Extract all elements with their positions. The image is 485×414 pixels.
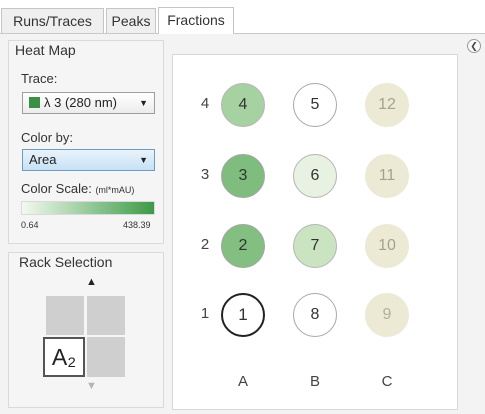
heat-map-title: Heat Map bbox=[15, 42, 76, 58]
row-label: 1 bbox=[200, 305, 210, 322]
color-by-value: Area bbox=[29, 152, 57, 167]
trace-dropdown-value: λ 3 (280 nm) bbox=[44, 95, 117, 110]
fraction-well[interactable]: 6 bbox=[293, 154, 337, 198]
color-scale-unit: (ml*mAU) bbox=[95, 185, 135, 195]
heat-map-group: Heat Map Trace: λ 3 (280 nm) ▼ Color by:… bbox=[8, 40, 164, 244]
rack-cell-top-right[interactable] bbox=[87, 296, 125, 335]
tab-runs-traces[interactable]: Runs/Traces bbox=[1, 8, 104, 33]
chevron-down-icon: ▼ bbox=[139, 98, 148, 108]
tab-bar: Runs/Traces Peaks Fractions bbox=[0, 0, 485, 34]
chevron-down-icon: ▼ bbox=[139, 155, 148, 165]
rack-selection-group: Rack Selection ▲ A₂ ▼ bbox=[8, 252, 164, 408]
tab-peaks[interactable]: Peaks bbox=[106, 8, 156, 33]
rack-cell-top-left[interactable] bbox=[46, 296, 84, 335]
column-label: B bbox=[309, 373, 320, 390]
chevron-left-icon: ❮ bbox=[470, 41, 478, 51]
fraction-well[interactable]: 4 bbox=[221, 83, 265, 127]
trace-label: Trace: bbox=[21, 71, 58, 86]
color-scale-label: Color Scale: (ml*mAU) bbox=[21, 181, 134, 196]
row-label: 3 bbox=[200, 166, 210, 183]
fraction-well[interactable]: 1 bbox=[221, 293, 265, 337]
column-label: A bbox=[237, 373, 248, 390]
arrow-up-icon[interactable]: ▲ bbox=[86, 276, 97, 288]
trace-dropdown[interactable]: λ 3 (280 nm) ▼ bbox=[22, 92, 155, 114]
fraction-well[interactable]: 10 bbox=[365, 224, 409, 268]
row-label: 2 bbox=[200, 236, 210, 253]
color-scale-title: Color Scale: bbox=[21, 181, 92, 196]
color-scale-gradient bbox=[21, 201, 155, 215]
fractions-panel: Heat Map Trace: λ 3 (280 nm) ▼ Color by:… bbox=[0, 34, 485, 414]
arrow-down-icon[interactable]: ▼ bbox=[86, 380, 97, 392]
color-scale-min: 0.64 bbox=[21, 220, 39, 230]
plate-grid: 4 3 2 1 A B C 4 5 12 3 6 11 2 7 10 1 8 9 bbox=[173, 55, 457, 409]
tab-fractions[interactable]: Fractions bbox=[158, 7, 234, 34]
row-label: 4 bbox=[200, 95, 210, 112]
rack-selection-title: Rack Selection bbox=[19, 254, 113, 270]
trace-color-swatch bbox=[29, 97, 40, 108]
column-label: C bbox=[381, 373, 393, 390]
fraction-well[interactable]: 3 bbox=[221, 154, 265, 198]
collapse-panel-button[interactable]: ❮ bbox=[467, 39, 481, 53]
fraction-well[interactable]: 11 bbox=[365, 154, 409, 198]
fraction-well[interactable]: 8 bbox=[293, 293, 337, 337]
fraction-well[interactable]: 12 bbox=[365, 83, 409, 127]
color-by-label: Color by: bbox=[21, 130, 74, 145]
color-by-dropdown[interactable]: Area ▼ bbox=[22, 149, 155, 171]
fraction-well[interactable]: 5 bbox=[293, 83, 337, 127]
fraction-well[interactable]: 9 bbox=[365, 293, 409, 337]
rack-cell-bottom-right[interactable] bbox=[87, 337, 125, 377]
color-scale-max: 438.39 bbox=[123, 220, 151, 230]
rack-cell-selected[interactable]: A₂ bbox=[43, 337, 85, 377]
fraction-plate: 4 3 2 1 A B C 4 5 12 3 6 11 2 7 10 1 8 9 bbox=[172, 54, 458, 410]
fraction-well[interactable]: 7 bbox=[293, 224, 337, 268]
fraction-well[interactable]: 2 bbox=[221, 224, 265, 268]
